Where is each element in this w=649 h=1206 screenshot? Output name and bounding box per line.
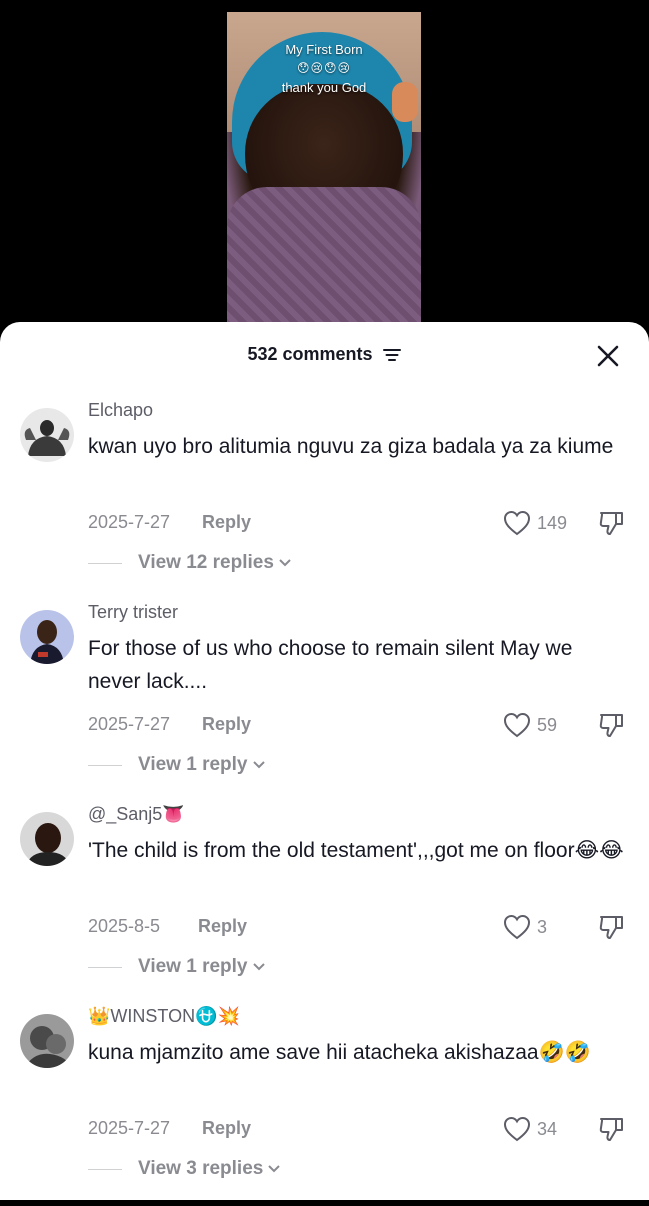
view-replies-button[interactable]: View 1 reply (88, 955, 266, 979)
comment-username[interactable]: Elchapo (88, 400, 153, 421)
thumbs-down-icon (599, 512, 623, 535)
like-count: 59 (537, 714, 558, 735)
chevron-down-icon (279, 559, 291, 567)
like-button[interactable]: 149 (503, 508, 567, 538)
avatar[interactable] (20, 408, 74, 462)
comments-header: 532 comments (0, 322, 649, 388)
comment-text: kuna mjamzito ame save hii atacheka akis… (88, 1041, 591, 1064)
filter-icon[interactable] (382, 347, 402, 363)
heart-icon (503, 1116, 531, 1142)
comment-username[interactable]: @_Sanj5👅 (88, 804, 185, 825)
close-button[interactable] (594, 342, 622, 370)
view-replies-label: View 12 replies (138, 552, 274, 573)
replies-divider (88, 764, 122, 766)
avatar-image (20, 1014, 74, 1068)
chevron-down-icon (252, 761, 265, 769)
comment-text: kwan uyo bro alitumia nguvu za giza bada… (88, 435, 614, 458)
view-replies-button[interactable]: View 12 replies (88, 551, 292, 575)
like-button[interactable]: 59 (503, 710, 557, 740)
video-caption: My First Born 😯😢😯😢 thank you God (227, 40, 421, 97)
dislike-button[interactable] (597, 710, 627, 740)
like-button[interactable]: 34 (503, 1114, 557, 1144)
heart-icon (503, 510, 531, 536)
caption-line-1: My First Born (285, 42, 363, 57)
comment-item: 👑WINSTON⛎💥 kuna mjamzito ame save hii at… (0, 1006, 649, 1206)
thumbs-down-icon (599, 1118, 623, 1141)
like-count: 3 (537, 916, 548, 937)
comment-username[interactable]: 👑WINSTON⛎💥 (88, 1006, 240, 1027)
heart-icon (503, 712, 531, 738)
replies-divider (88, 966, 122, 968)
comments-sheet: 532 comments Elchapo kwan uyo bro alitum… (0, 322, 649, 1200)
comment-item: Elchapo kwan uyo bro alitumia nguvu za g… (0, 400, 649, 600)
caption-emojis: 😯😢😯😢 (296, 61, 352, 75)
avatar-image (20, 408, 74, 462)
view-replies-button[interactable]: View 3 replies (88, 1157, 281, 1181)
comment-item: @_Sanj5👅 'The child is from the old test… (0, 804, 649, 1004)
avatar[interactable] (20, 812, 74, 866)
dislike-button[interactable] (597, 1114, 627, 1144)
comment-count[interactable]: 532 comments (0, 344, 649, 365)
replies-divider (88, 1168, 122, 1170)
reply-button[interactable]: Reply (202, 714, 251, 735)
avatar-image (20, 812, 74, 866)
reply-button[interactable]: Reply (202, 512, 251, 533)
avatar[interactable] (20, 1014, 74, 1068)
like-count: 149 (537, 512, 568, 533)
comment-count-label: 532 comments (247, 344, 373, 364)
view-replies-label: View 1 reply (138, 956, 248, 977)
comment-item: Terry trister For those of us who choose… (0, 602, 649, 802)
avatar[interactable] (20, 610, 74, 664)
view-replies-button[interactable]: View 1 reply (88, 753, 266, 777)
comment-date: 2025-8-5 (88, 916, 161, 936)
heart-icon (503, 914, 531, 940)
chevron-down-icon (252, 963, 265, 971)
reply-button[interactable]: Reply (202, 1118, 251, 1139)
comment-date: 2025-7-27 (88, 1118, 171, 1138)
video-thumbnail[interactable]: My First Born 😯😢😯😢 thank you God (227, 12, 421, 322)
comment-username[interactable]: Terry trister (88, 602, 178, 623)
dislike-button[interactable] (597, 912, 627, 942)
baby-blanket (227, 187, 421, 322)
comment-date: 2025-7-27 (88, 714, 171, 734)
thumbs-down-icon (599, 714, 623, 737)
avatar-image (20, 610, 74, 664)
replies-divider (88, 562, 122, 564)
comment-date: 2025-7-27 (88, 512, 171, 532)
reply-button[interactable]: Reply (198, 916, 247, 937)
caption-line-2: thank you God (281, 80, 367, 95)
like-count: 34 (537, 1118, 558, 1139)
comment-text: For those of us who choose to remain sil… (88, 637, 573, 693)
comment-text: 'The child is from the old testament',,,… (88, 839, 624, 862)
chevron-down-icon (268, 1165, 281, 1173)
view-replies-label: View 1 reply (138, 754, 248, 775)
like-button[interactable]: 3 (503, 912, 547, 942)
dislike-button[interactable] (597, 508, 627, 538)
view-replies-label: View 3 replies (138, 1158, 264, 1179)
thumbs-down-icon (599, 916, 623, 939)
close-icon (597, 345, 619, 367)
